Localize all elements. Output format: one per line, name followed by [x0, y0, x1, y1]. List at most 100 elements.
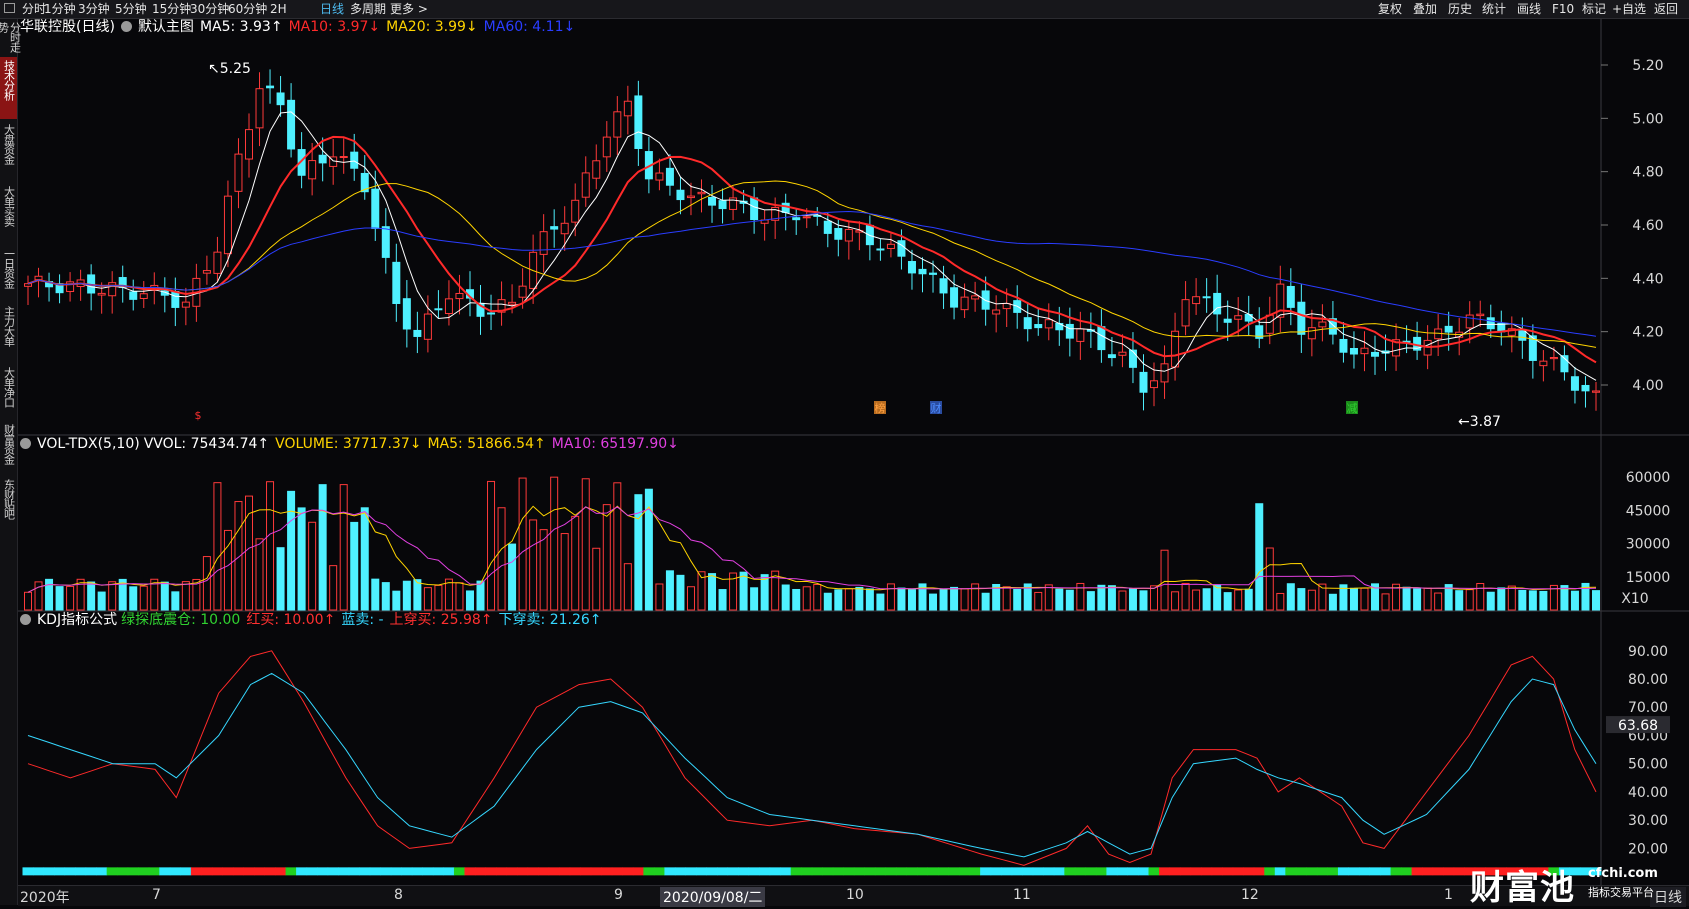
candle-body [1549, 356, 1558, 360]
sidebar-item-1[interactable]: 技术分析 [0, 57, 17, 119]
candle-body [918, 268, 927, 275]
sidebar-item-8[interactable]: 东财贴吧 [0, 476, 17, 526]
signal-strip-cell [338, 867, 350, 876]
period-tab-1[interactable]: 1分钟 [44, 1, 76, 17]
x-label-9: 9 [614, 887, 623, 903]
candle-body [487, 312, 496, 315]
sidebar-item-4[interactable]: 一日资金 [0, 245, 17, 301]
candle-body [244, 129, 253, 160]
volume-bar [360, 507, 369, 611]
volume-bar [455, 582, 464, 611]
candle-body [655, 172, 664, 181]
sidebar-item-6[interactable]: 大单净口 [0, 364, 17, 419]
volume-bar [844, 588, 853, 611]
volume-bar [708, 573, 717, 611]
period-tab-7[interactable]: 2H [270, 1, 287, 17]
window-icon[interactable] [4, 3, 15, 13]
toolbar-action-8[interactable]: 返回 [1654, 1, 1678, 17]
kdj-lanmai: 蓝卖: - [341, 612, 384, 628]
toolbar-action-2[interactable]: 历史 [1448, 1, 1472, 17]
volume-bar [1423, 587, 1432, 611]
vol-axis-label: 30000 [1626, 537, 1671, 553]
signal-strip-cell [327, 867, 339, 876]
gear-icon[interactable] [20, 438, 31, 449]
volume-bar [1065, 589, 1074, 611]
candle-body [276, 92, 285, 106]
toolbar-action-4[interactable]: 画线 [1517, 1, 1541, 17]
toolbar-action-0[interactable]: 复权 [1378, 1, 1402, 17]
template-name[interactable]: 默认主图 [138, 19, 194, 35]
volume-value: VOLUME: 37717.37↓ [275, 436, 422, 452]
volume-bar [676, 574, 685, 611]
ma10-value: MA10: 3.97↓ [288, 19, 381, 35]
candle-body [992, 309, 1001, 315]
volume-bar [1528, 590, 1537, 611]
period-tab-4[interactable]: 15分钟 [152, 1, 191, 17]
sidebar-item-5[interactable]: 主力大单 [0, 303, 17, 361]
kdj-xiachuan: 下穿卖: 21.26↑ [498, 612, 602, 628]
candle-body [1076, 328, 1085, 342]
signal-strip-cell [22, 867, 34, 876]
period-tab-9[interactable]: 多周期 [350, 1, 386, 17]
volume-bar [718, 589, 727, 611]
signal-strip-cell [790, 867, 802, 876]
gear-icon[interactable] [20, 614, 31, 625]
sidebar-item-3[interactable]: 大单买卖 [0, 183, 17, 243]
volume-bar [581, 478, 590, 611]
volume-bar [1181, 582, 1190, 611]
candle-body [697, 191, 706, 195]
signal-strip-cell [159, 867, 171, 876]
toolbar-action-5[interactable]: F10 [1552, 1, 1574, 17]
volume-bar [1276, 592, 1285, 611]
volume-bar [1150, 585, 1159, 611]
volume-bar [1360, 587, 1369, 611]
toolbar-action-6[interactable]: 标记 [1582, 1, 1606, 17]
signal-strip-cell [296, 867, 308, 876]
period-tab-6[interactable]: 60分钟 [228, 1, 267, 17]
period-tab-0[interactable]: 分时 [22, 1, 46, 17]
candle-body [708, 196, 717, 206]
signal-strip-cell [1043, 867, 1055, 876]
period-tab-3[interactable]: 5分钟 [115, 1, 147, 17]
candle-body [455, 292, 464, 300]
signal-strip-cell [401, 867, 413, 876]
volume-bar [886, 583, 895, 611]
sidebar-item-0[interactable]: 分时走势 [0, 19, 22, 55]
sidebar-item-2[interactable]: 大盘资金 [0, 121, 17, 181]
candle-body [1349, 348, 1358, 355]
volume-bar [1265, 547, 1274, 611]
signal-strip-cell [390, 867, 402, 876]
candle-body [350, 151, 359, 169]
volume-bar [1518, 589, 1527, 611]
volume-bar [487, 480, 496, 611]
kdj-axis-label: 90.00 [1628, 644, 1668, 660]
volume-bar [760, 574, 769, 611]
signal-strip-cell [190, 867, 202, 876]
period-tab-8[interactable]: 日线 [320, 1, 344, 17]
candle-body [686, 195, 695, 199]
toolbar-action-3[interactable]: 统计 [1482, 1, 1506, 17]
volume-bar [750, 587, 759, 611]
signal-strip-cell [611, 867, 623, 876]
signal-strip-cell [769, 867, 781, 876]
signal-strip-cell [1085, 867, 1097, 876]
volume-bar [613, 482, 622, 611]
volume-bar [813, 583, 822, 611]
period-tab-2[interactable]: 3分钟 [78, 1, 110, 17]
volume-bar [181, 581, 190, 611]
time-axis-bar: 2020年 7 8 9 10 11 12 1 2020/09/08/二 日线 [18, 885, 1689, 907]
toolbar-action-7[interactable]: +自选 [1612, 1, 1646, 17]
sidebar-item-7[interactable]: 财富资金 [0, 421, 17, 474]
volume-bar [202, 556, 211, 611]
candle-body [960, 296, 969, 311]
gear-icon[interactable] [120, 21, 132, 32]
toolbar-action-1[interactable]: 叠加 [1413, 1, 1437, 17]
candle-body [634, 95, 643, 149]
signal-strip-cell [895, 867, 907, 876]
volume-bar [592, 547, 601, 611]
signal-strip-cell [1243, 867, 1255, 876]
signal-strip-cell [1337, 867, 1349, 876]
kdj-axis-label: 30.00 [1628, 813, 1668, 829]
period-tab-5[interactable]: 30分钟 [190, 1, 229, 17]
period-tab-10[interactable]: 更多 > [390, 1, 428, 17]
